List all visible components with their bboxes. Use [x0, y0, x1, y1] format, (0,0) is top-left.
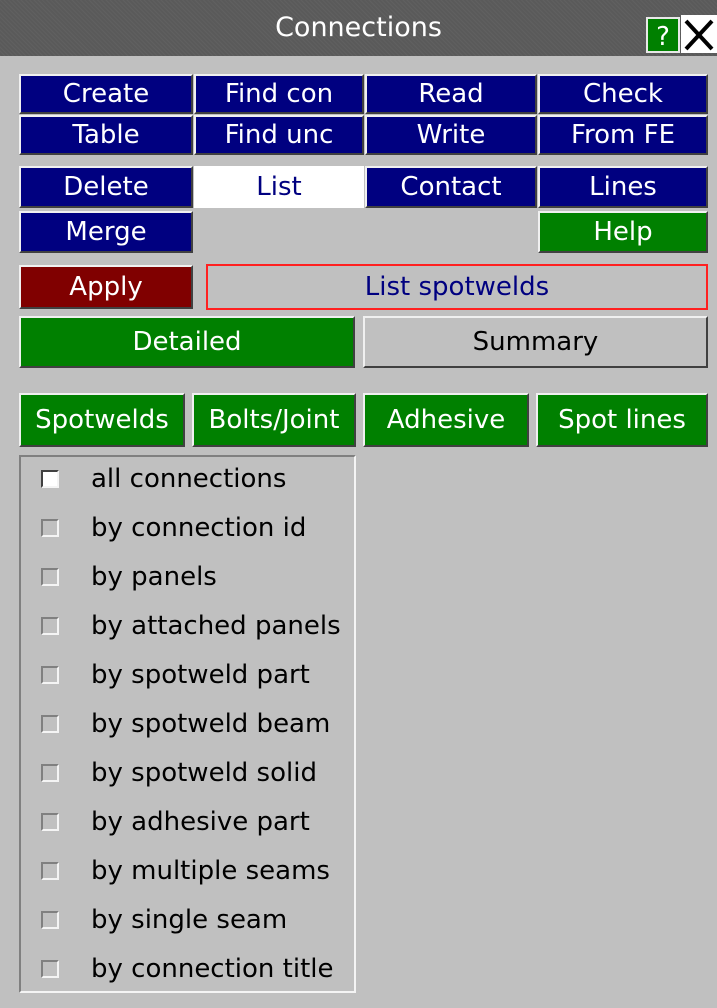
option-by-adhesive-part[interactable]: by adhesive part: [41, 802, 310, 842]
check-button[interactable]: Check: [538, 74, 708, 114]
option-label: by spotweld beam: [91, 709, 331, 739]
option-all-connections[interactable]: all connections: [41, 459, 286, 499]
table-button[interactable]: Table: [19, 115, 193, 155]
checkbox[interactable]: [41, 568, 59, 586]
find-con-button[interactable]: Find con: [194, 74, 364, 114]
checkbox[interactable]: [41, 715, 59, 733]
option-by-connection-title[interactable]: by connection title: [41, 949, 334, 989]
tab-spot-lines[interactable]: Spot lines: [536, 393, 708, 447]
checkbox[interactable]: [41, 813, 59, 831]
create-button[interactable]: Create: [19, 74, 193, 114]
option-label: all connections: [91, 464, 287, 494]
checkbox[interactable]: [41, 470, 59, 488]
checkbox[interactable]: [41, 519, 59, 537]
option-label: by connection title: [91, 954, 334, 984]
checkbox[interactable]: [41, 911, 59, 929]
checkbox[interactable]: [41, 666, 59, 684]
close-icon: [684, 19, 714, 51]
checkbox[interactable]: [41, 960, 59, 978]
option-label: by single seam: [91, 905, 288, 935]
tab-detailed[interactable]: Detailed: [19, 316, 355, 368]
help-button[interactable]: Help: [538, 211, 708, 253]
tab-summary[interactable]: Summary: [363, 316, 708, 368]
merge-button[interactable]: Merge: [19, 211, 193, 253]
option-label: by spotweld solid: [91, 758, 317, 788]
option-label: by attached panels: [91, 611, 341, 641]
contact-button[interactable]: Contact: [365, 166, 537, 208]
find-unc-button[interactable]: Find unc: [194, 115, 364, 155]
checkbox[interactable]: [41, 617, 59, 635]
option-by-connection-id[interactable]: by connection id: [41, 508, 306, 548]
checkbox[interactable]: [41, 862, 59, 880]
option-label: by multiple seams: [91, 856, 330, 886]
tab-adhesive[interactable]: Adhesive: [363, 393, 529, 447]
tab-spotwelds[interactable]: Spotwelds: [19, 393, 185, 447]
action-description: List spotwelds: [206, 264, 708, 310]
selection-options-panel: all connections by connection id by pane…: [19, 455, 356, 993]
close-button[interactable]: [681, 15, 717, 53]
option-by-multiple-seams[interactable]: by multiple seams: [41, 851, 330, 891]
apply-button[interactable]: Apply: [19, 265, 193, 309]
option-by-attached-panels[interactable]: by attached panels: [41, 606, 341, 646]
write-button[interactable]: Write: [365, 115, 537, 155]
option-label: by spotweld part: [91, 660, 310, 690]
option-label: by panels: [91, 562, 217, 592]
option-by-panels[interactable]: by panels: [41, 557, 217, 597]
checkbox[interactable]: [41, 764, 59, 782]
tab-bolts-joint[interactable]: Bolts/Joint: [192, 393, 356, 447]
option-label: by adhesive part: [91, 807, 310, 837]
option-by-spotweld-solid[interactable]: by spotweld solid: [41, 753, 317, 793]
delete-button[interactable]: Delete: [19, 166, 193, 208]
window-title: Connections: [275, 12, 442, 43]
option-label: by connection id: [91, 513, 307, 543]
option-by-single-seam[interactable]: by single seam: [41, 900, 287, 940]
from-fe-button[interactable]: From FE: [538, 115, 708, 155]
option-by-spotweld-part[interactable]: by spotweld part: [41, 655, 310, 695]
help-question-button[interactable]: ?: [646, 17, 680, 53]
option-by-spotweld-beam[interactable]: by spotweld beam: [41, 704, 330, 744]
list-button[interactable]: List: [194, 166, 364, 208]
read-button[interactable]: Read: [365, 74, 537, 114]
lines-button[interactable]: Lines: [538, 166, 708, 208]
